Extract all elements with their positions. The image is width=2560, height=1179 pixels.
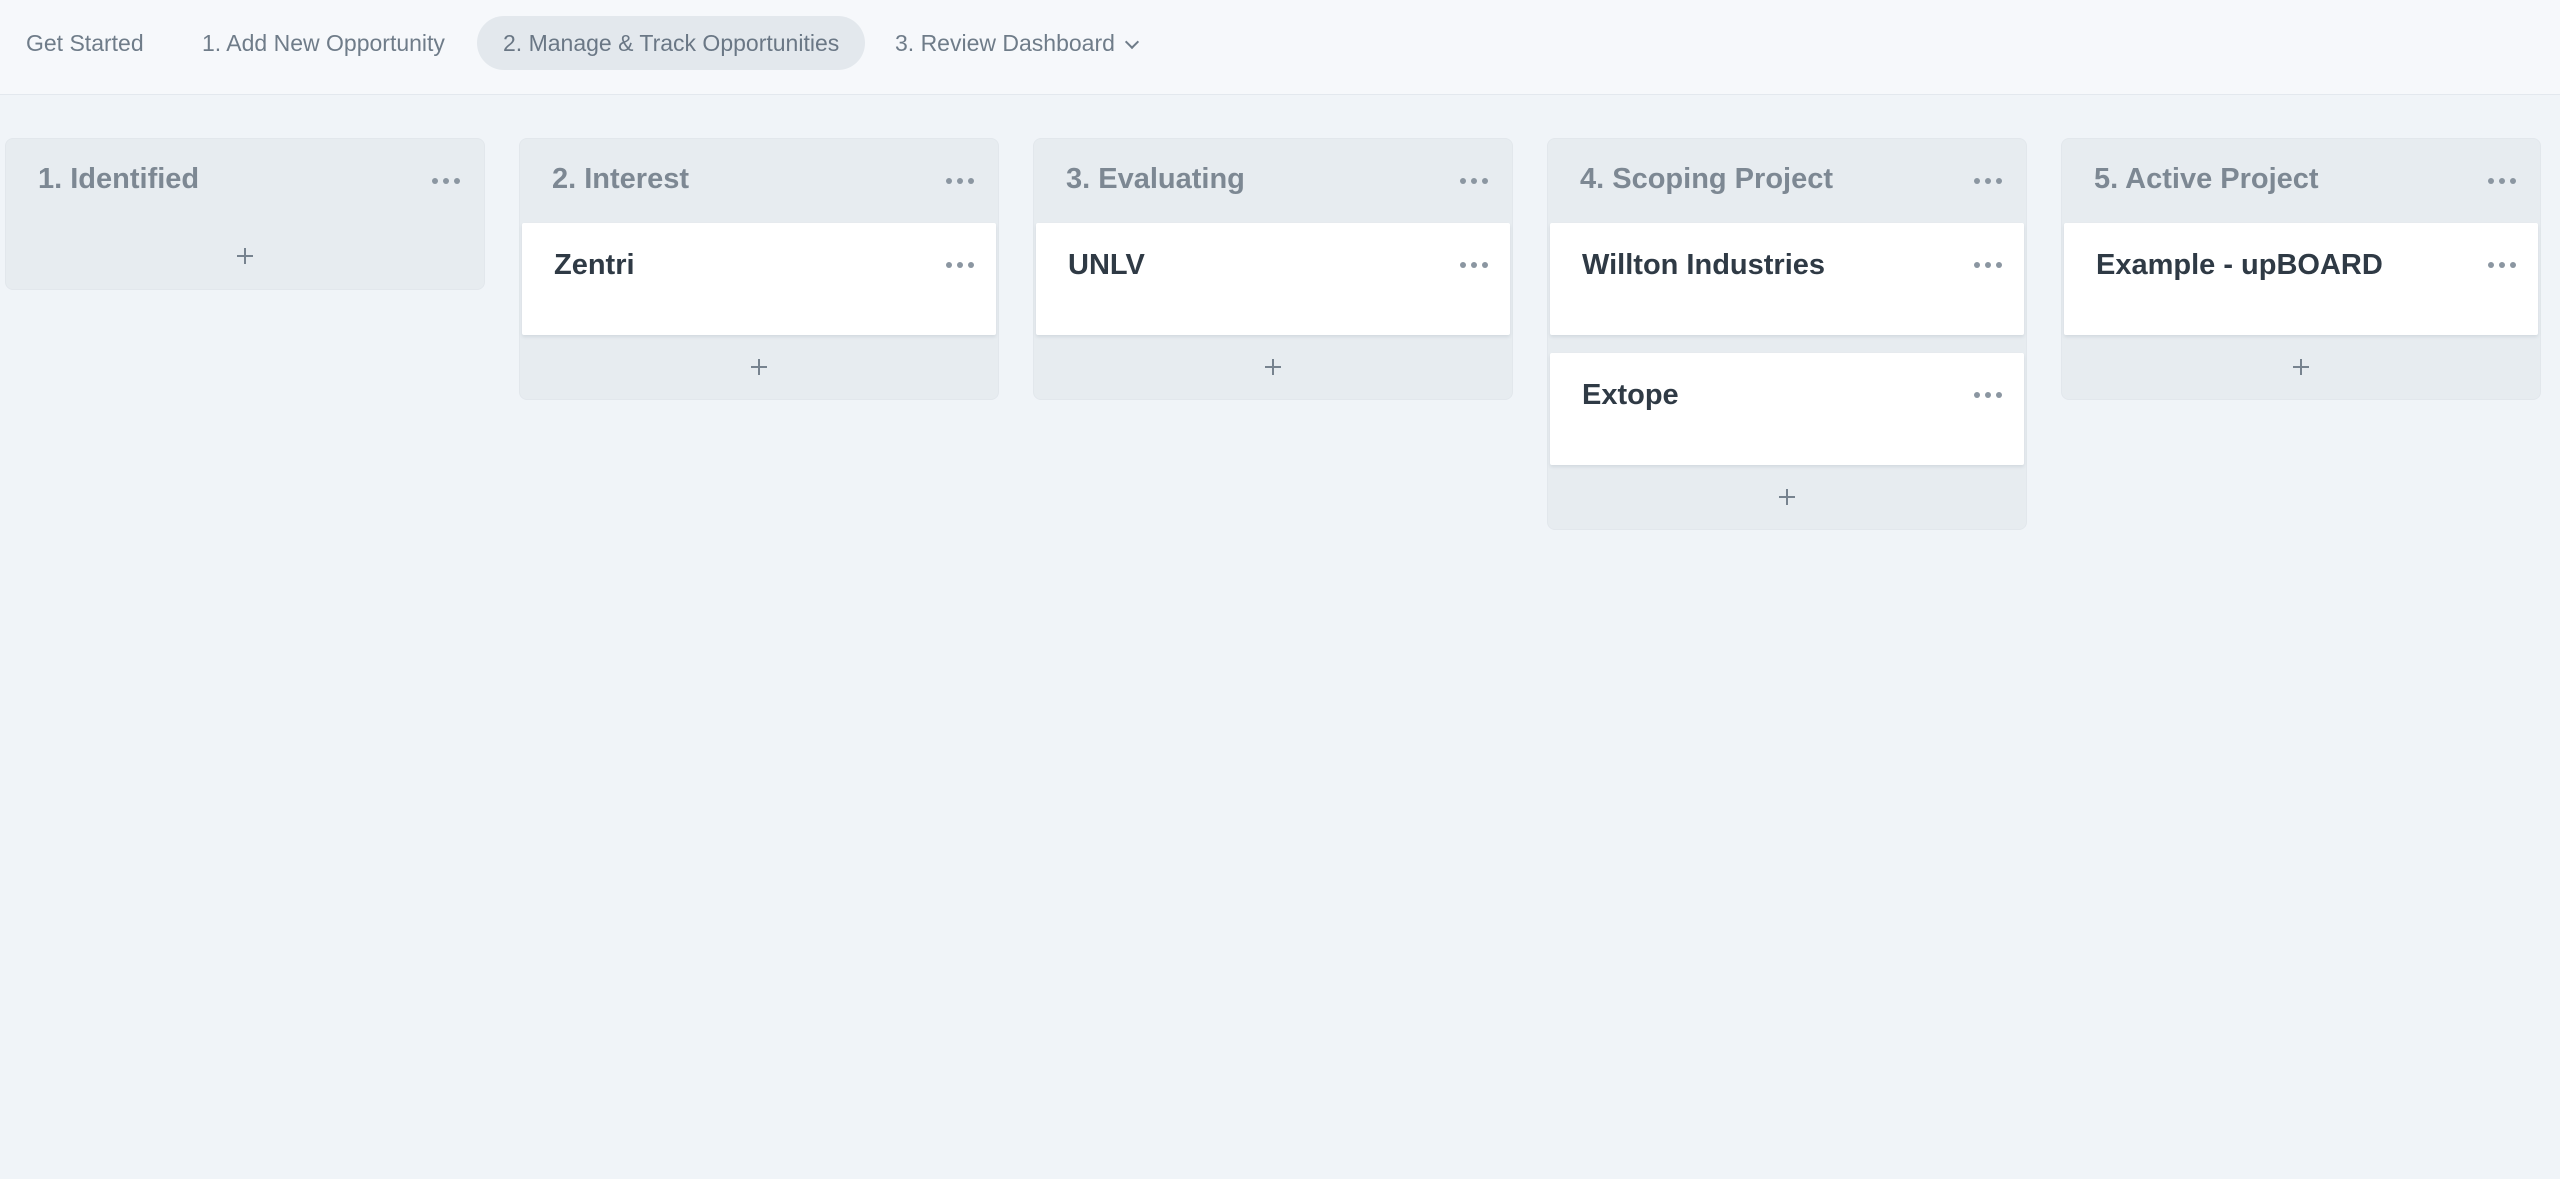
column-header: 4. Scoping Project <box>1548 139 2026 223</box>
add-card-button[interactable] <box>520 335 998 399</box>
add-card-button[interactable] <box>2062 335 2540 399</box>
card-title: Extope <box>1582 379 1679 411</box>
tab-label: 2. Manage & Track Opportunities <box>503 30 840 56</box>
opportunity-card[interactable]: Zentri <box>522 223 996 335</box>
card-menu-icon[interactable] <box>2482 253 2522 277</box>
column-header: 2. Interest <box>520 139 998 223</box>
chevron-down-icon <box>1124 34 1139 50</box>
column-interest: 2. Interest Zentri <box>519 138 999 400</box>
tab-review-dashboard[interactable]: 3. Review Dashboard <box>869 16 1163 70</box>
add-card-button[interactable] <box>1034 335 1512 399</box>
card-menu-icon[interactable] <box>1968 253 2008 277</box>
column-header: 5. Active Project <box>2062 139 2540 223</box>
tab-label: Get Started <box>26 30 144 56</box>
card-menu-icon[interactable] <box>1454 253 1494 277</box>
card-title: UNLV <box>1068 249 1145 281</box>
opportunity-card[interactable]: UNLV <box>1036 223 1510 335</box>
tab-label: 3. Review Dashboard <box>895 30 1115 56</box>
column-active-project: 5. Active Project Example - upBOARD <box>2061 138 2541 400</box>
card-title: Example - upBOARD <box>2096 249 2383 281</box>
column-title: 1. Identified <box>38 163 200 195</box>
column-menu-icon[interactable] <box>940 169 980 193</box>
column-evaluating: 3. Evaluating UNLV <box>1033 138 1513 400</box>
top-navigation: Get Started 1. Add New Opportunity 2. Ma… <box>0 0 2560 95</box>
column-identified: 1. Identified <box>5 138 485 290</box>
plus-icon <box>1779 489 1795 505</box>
plus-icon <box>2293 359 2309 375</box>
tab-add-new-opportunity[interactable]: 1. Add New Opportunity <box>176 16 471 70</box>
plus-icon <box>751 359 767 375</box>
plus-icon <box>237 248 253 264</box>
opportunity-card[interactable]: Willton Industries <box>1550 223 2024 335</box>
column-title: 2. Interest <box>552 163 689 195</box>
card-title: Willton Industries <box>1582 249 1826 281</box>
column-title: 5. Active Project <box>2094 163 2319 195</box>
column-title: 4. Scoping Project <box>1580 163 1833 195</box>
column-header: 3. Evaluating <box>1034 139 1512 223</box>
card-menu-icon[interactable] <box>1968 383 2008 407</box>
add-card-button[interactable] <box>6 223 484 289</box>
column-header: 1. Identified <box>6 139 484 223</box>
column-menu-icon[interactable] <box>426 169 466 193</box>
card-title: Zentri <box>554 249 635 281</box>
card-menu-icon[interactable] <box>940 253 980 277</box>
column-menu-icon[interactable] <box>1968 169 2008 193</box>
tab-manage-track-opportunities[interactable]: 2. Manage & Track Opportunities <box>477 16 866 70</box>
opportunity-card[interactable]: Extope <box>1550 353 2024 465</box>
column-menu-icon[interactable] <box>2482 169 2522 193</box>
add-card-button[interactable] <box>1548 465 2026 529</box>
tab-label: 1. Add New Opportunity <box>202 30 445 56</box>
plus-icon <box>1265 359 1281 375</box>
column-menu-icon[interactable] <box>1454 169 1494 193</box>
tab-get-started[interactable]: Get Started <box>0 16 170 70</box>
column-title: 3. Evaluating <box>1066 163 1245 195</box>
opportunity-card[interactable]: Example - upBOARD <box>2064 223 2538 335</box>
column-scoping-project: 4. Scoping Project Willton Industries Ex… <box>1547 138 2027 530</box>
